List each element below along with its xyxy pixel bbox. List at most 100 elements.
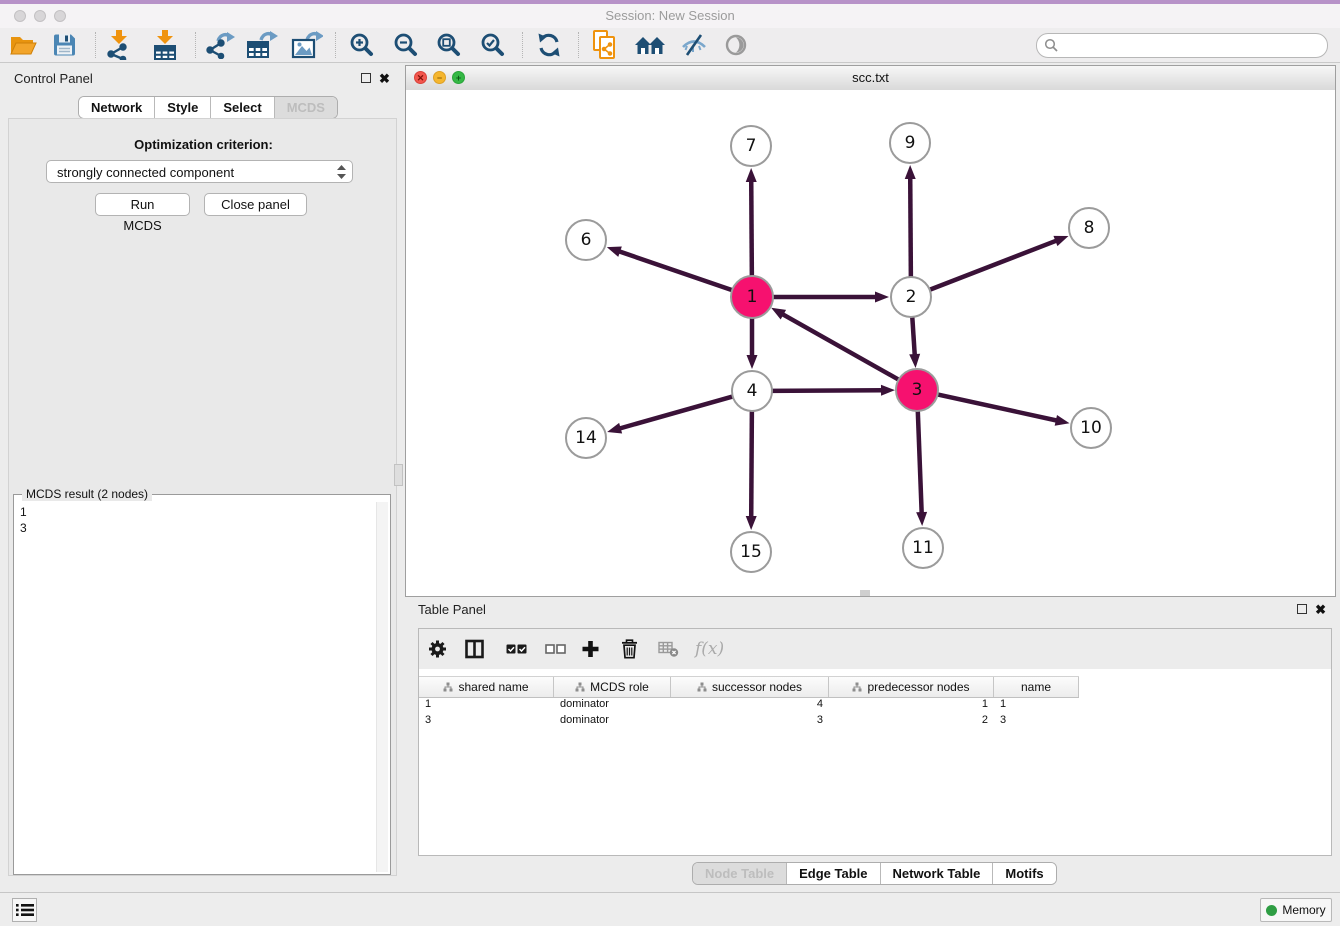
graph-node-14[interactable]: 14 xyxy=(565,417,607,459)
zoom-in-icon[interactable] xyxy=(349,32,375,58)
control-panel-tabs: NetworkStyleSelectMCDS xyxy=(78,96,338,119)
hide-network-icon[interactable] xyxy=(680,33,708,57)
column-header-shared-name[interactable]: shared name xyxy=(419,677,554,697)
cell[interactable]: 1 xyxy=(419,697,554,713)
graph-node-2[interactable]: 2 xyxy=(890,276,932,318)
optimization-criterion-label: Optimization criterion: xyxy=(9,137,398,152)
table-tab-network-table[interactable]: Network Table xyxy=(881,863,994,884)
mcds-result-title: MCDS result (2 nodes) xyxy=(22,487,152,501)
cell[interactable]: 2 xyxy=(829,713,994,729)
open-session-icon[interactable] xyxy=(9,33,37,57)
deselect-all-icon[interactable] xyxy=(545,643,566,655)
tab-mcds[interactable]: MCDS xyxy=(275,97,337,118)
column-header-successor-nodes[interactable]: successor nodes xyxy=(671,677,829,697)
column-header-predecessor-nodes[interactable]: predecessor nodes xyxy=(829,677,994,697)
graph-node-6[interactable]: 6 xyxy=(565,219,607,261)
export-image-icon[interactable] xyxy=(291,31,323,59)
edge-2-3[interactable] xyxy=(912,315,915,356)
delete-table-icon[interactable] xyxy=(658,641,679,658)
table-close-icon[interactable]: ✖ xyxy=(1315,603,1326,616)
graph-node-4[interactable]: 4 xyxy=(731,370,773,412)
home-icon[interactable] xyxy=(634,34,666,56)
cell[interactable]: 3 xyxy=(994,713,1079,729)
table-tab-node-table[interactable]: Node Table xyxy=(693,863,787,884)
export-network-icon[interactable] xyxy=(205,31,235,59)
function-builder-icon: f(x) xyxy=(695,639,724,659)
node-table-container: f(x) shared nameMCDS rolesuccessor nodes… xyxy=(418,628,1332,856)
float-panel-icon[interactable] xyxy=(361,73,371,83)
cell[interactable]: 4 xyxy=(671,697,829,713)
memory-button[interactable]: Memory xyxy=(1260,898,1332,922)
column-visibility-icon[interactable] xyxy=(465,640,484,659)
table-tab-motifs[interactable]: Motifs xyxy=(993,863,1055,884)
add-column-icon[interactable] xyxy=(582,641,599,658)
memory-status-icon xyxy=(1266,905,1277,916)
save-session-icon[interactable] xyxy=(52,33,77,58)
graph-node-1[interactable]: 1 xyxy=(730,275,774,319)
export-table-icon[interactable] xyxy=(246,31,278,59)
control-panel-header: Control Panel ✖ xyxy=(0,62,405,92)
edge-4-3[interactable] xyxy=(770,390,883,391)
tab-style[interactable]: Style xyxy=(155,97,211,118)
edge-3-11[interactable] xyxy=(918,408,922,514)
graph-node-11[interactable]: 11 xyxy=(902,527,944,569)
table-row[interactable]: 3dominator323 xyxy=(419,713,1331,729)
edge-2-8[interactable] xyxy=(928,240,1058,290)
graph-node-15[interactable]: 15 xyxy=(730,531,772,573)
criterion-dropdown[interactable]: strongly connected component xyxy=(46,160,353,183)
task-history-button[interactable] xyxy=(12,898,37,922)
tab-select[interactable]: Select xyxy=(211,97,274,118)
zoom-out-icon[interactable] xyxy=(393,32,419,58)
zoom-selected-icon[interactable] xyxy=(480,32,506,58)
cell[interactable]: 3 xyxy=(671,713,829,729)
close-panel-button[interactable]: Close panel xyxy=(204,193,307,216)
network-window-titlebar[interactable]: ✕ − + scc.txt xyxy=(406,66,1335,91)
column-header-MCDS-role[interactable]: MCDS role xyxy=(554,677,671,697)
tab-network[interactable]: Network xyxy=(79,97,155,118)
edge-4-14[interactable] xyxy=(619,396,735,429)
cell[interactable]: dominator xyxy=(554,713,671,729)
table-settings-icon[interactable] xyxy=(428,640,447,659)
cell[interactable]: 3 xyxy=(419,713,554,729)
network-canvas[interactable]: 1 2 3 4 6 7 8 9 10 11 14 15 xyxy=(406,90,1335,596)
zoom-fit-icon[interactable] xyxy=(436,32,462,58)
arrowhead-2-9 xyxy=(905,165,916,179)
import-network-icon[interactable] xyxy=(106,30,132,60)
import-table-icon[interactable] xyxy=(152,30,178,60)
arrowhead-3-10 xyxy=(1055,415,1070,426)
select-all-icon[interactable] xyxy=(506,643,527,655)
graph-node-10[interactable]: 10 xyxy=(1070,407,1112,449)
table-tab-edge-table[interactable]: Edge Table xyxy=(787,863,880,884)
cell[interactable]: 1 xyxy=(994,697,1079,713)
table-panel-title: Table Panel xyxy=(418,602,486,617)
canvas-resize-handle[interactable] xyxy=(860,590,870,596)
refresh-icon[interactable] xyxy=(536,32,562,58)
edge-1-7[interactable] xyxy=(751,180,752,279)
search-input[interactable] xyxy=(1063,35,1322,56)
edge-1-6[interactable] xyxy=(618,251,735,291)
edge-4-15[interactable] xyxy=(751,409,752,518)
main-toolbar xyxy=(0,28,1340,63)
graph-node-3[interactable]: 3 xyxy=(895,368,939,412)
mcds-result-text[interactable]: 1 3 xyxy=(16,502,376,872)
panel-splitter-handle[interactable] xyxy=(394,464,403,486)
graph-node-7[interactable]: 7 xyxy=(730,125,772,167)
edge-3-10[interactable] xyxy=(935,394,1058,421)
mcds-result-scrollbar[interactable] xyxy=(376,502,388,872)
close-panel-icon[interactable]: ✖ xyxy=(379,72,390,85)
clone-network-icon[interactable] xyxy=(592,30,618,60)
run-mcds-button[interactable]: Run MCDS xyxy=(95,193,190,216)
edge-2-9[interactable] xyxy=(910,177,911,279)
cell[interactable]: 1 xyxy=(829,697,994,713)
edge-3-1[interactable] xyxy=(782,314,902,381)
arrowhead-2-3 xyxy=(909,354,920,368)
graph-node-9[interactable]: 9 xyxy=(889,122,931,164)
table-float-icon[interactable] xyxy=(1297,604,1307,614)
show-graphics-icon[interactable] xyxy=(724,33,748,57)
delete-column-icon[interactable] xyxy=(621,639,638,659)
table-panel-tabs: Node TableEdge TableNetwork TableMotifs xyxy=(692,862,1057,885)
column-header-name[interactable]: name xyxy=(994,677,1079,697)
cell[interactable]: dominator xyxy=(554,697,671,713)
graph-node-8[interactable]: 8 xyxy=(1068,207,1110,249)
table-row[interactable]: 1dominator411 xyxy=(419,697,1331,713)
